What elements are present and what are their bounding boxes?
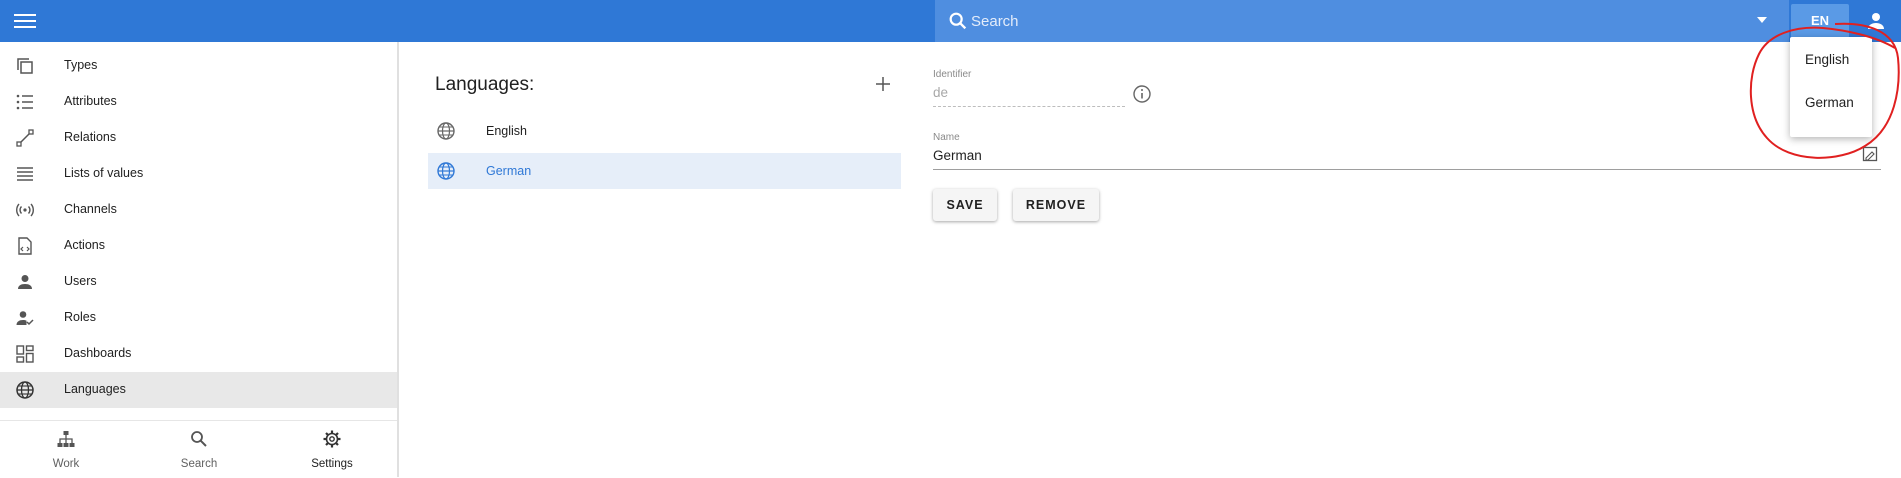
add-icon[interactable] xyxy=(873,74,893,94)
sidebar-item-label: Lists of values xyxy=(64,166,144,180)
settings-icon xyxy=(323,430,341,448)
language-list-label: German xyxy=(486,164,532,178)
language-list-item-german[interactable]: German xyxy=(428,153,901,189)
hamburger-menu-icon[interactable] xyxy=(14,10,36,32)
sidebar-item-label: Channels xyxy=(64,202,117,216)
identifier-field: de xyxy=(933,85,949,100)
globe-icon xyxy=(437,162,455,180)
translate-edit-icon[interactable] xyxy=(1862,146,1878,162)
sidebar-item-label: Languages xyxy=(64,382,126,396)
attributes-icon xyxy=(16,94,33,110)
roles-icon xyxy=(16,311,34,326)
name-label: Name xyxy=(933,132,960,143)
info-icon[interactable] xyxy=(1132,84,1152,104)
sidebar-item-label: Relations xyxy=(64,130,117,144)
identifier-label: Identifier xyxy=(933,69,972,80)
search-icon xyxy=(949,12,967,30)
language-list-item-english[interactable]: English xyxy=(428,113,901,149)
language-dropdown-menu: English German xyxy=(1790,37,1872,137)
search-dropdown-caret-icon[interactable] xyxy=(1757,17,1767,23)
bottom-navigation: Work Search Settings xyxy=(0,420,397,477)
sidebar-item-relations[interactable]: Relations xyxy=(0,120,397,156)
remove-button[interactable]: REMOVE xyxy=(1013,189,1099,221)
sidebar-item-actions[interactable]: Actions xyxy=(0,228,397,264)
dropdown-option-label: English xyxy=(1805,52,1850,67)
types-icon xyxy=(17,58,33,74)
dashboards-icon xyxy=(16,345,34,363)
bottom-nav-label: Settings xyxy=(311,458,353,470)
bottom-nav-search[interactable]: Search xyxy=(133,421,265,478)
channels-icon xyxy=(16,203,34,217)
search-input[interactable] xyxy=(971,8,1671,34)
name-underline xyxy=(933,169,1881,170)
bottom-nav-label: Work xyxy=(52,458,80,470)
relations-icon xyxy=(16,129,34,147)
dropdown-option-german[interactable]: German xyxy=(1790,82,1872,122)
bottom-nav-settings[interactable]: Settings xyxy=(266,421,398,478)
language-switch-button[interactable]: EN xyxy=(1791,4,1849,38)
bottom-nav-label: Search xyxy=(180,458,218,470)
bottom-nav-work[interactable]: Work xyxy=(0,421,132,478)
sidebar-item-label: Users xyxy=(64,274,97,288)
sidebar-item-attributes[interactable]: Attributes xyxy=(0,84,397,120)
languages-title: Languages: xyxy=(435,74,535,95)
lists-icon xyxy=(17,167,33,181)
sidebar-item-dashboards[interactable]: Dashboards xyxy=(0,336,397,372)
user-icon xyxy=(18,275,32,289)
identifier-underline xyxy=(933,106,1125,107)
sidebar-item-label: Attributes xyxy=(64,94,117,108)
account-icon[interactable] xyxy=(1864,9,1888,33)
sidebar-item-roles[interactable]: Roles xyxy=(0,300,397,336)
dropdown-option-label: German xyxy=(1805,95,1854,110)
sidebar-item-lists-of-values[interactable]: Lists of values xyxy=(0,156,397,192)
sidebar-item-channels[interactable]: Channels xyxy=(0,192,397,228)
actions-icon xyxy=(18,237,32,255)
search-bar xyxy=(935,0,1789,42)
globe-icon xyxy=(437,122,455,140)
work-icon xyxy=(57,431,75,447)
sidebar-item-label: Dashboards xyxy=(64,346,132,360)
save-button[interactable]: SAVE xyxy=(933,189,997,221)
sidebar-item-users[interactable]: Users xyxy=(0,264,397,300)
name-field[interactable]: German xyxy=(933,148,982,163)
search-icon xyxy=(191,431,207,447)
dropdown-option-english[interactable]: English xyxy=(1790,39,1872,79)
sidebar-item-label: Actions xyxy=(64,238,105,252)
top-app-bar: EN xyxy=(0,0,1901,42)
sidebar: Types Attributes Relations Lists of valu… xyxy=(0,42,399,477)
language-list-label: English xyxy=(486,124,527,138)
globe-icon xyxy=(16,381,34,399)
sidebar-item-label: Roles xyxy=(64,310,96,324)
sidebar-item-languages[interactable]: Languages xyxy=(0,372,397,408)
sidebar-item-types[interactable]: Types xyxy=(0,48,397,84)
sidebar-item-label: Types xyxy=(64,58,98,72)
